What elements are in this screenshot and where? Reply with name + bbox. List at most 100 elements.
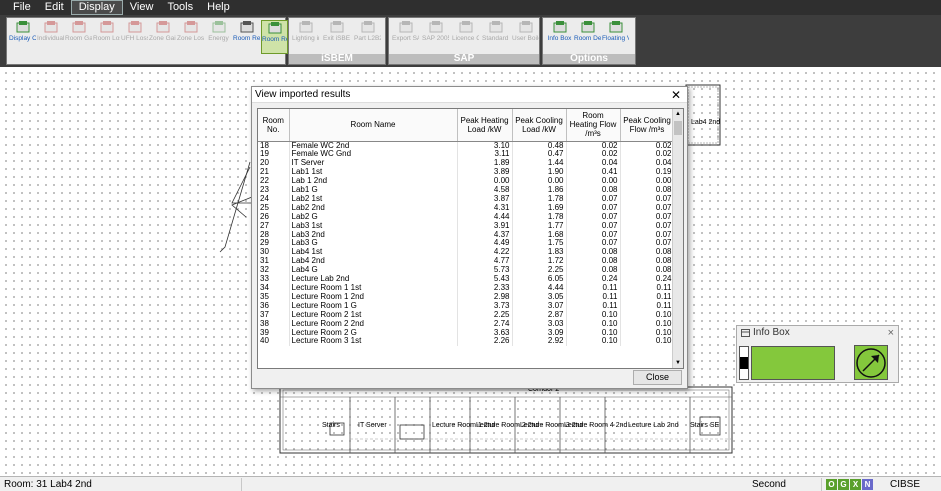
room-label-stairs-se[interactable]: Stairs SE (690, 422, 719, 429)
room-label-lecture-lab[interactable]: Lecture Lab 2nd (628, 422, 679, 429)
table-row[interactable]: 26 Lab2 G 4.44 1.78 0.07 0.07 (258, 212, 675, 222)
table-row[interactable]: 31 Lab4 2nd 4.77 1.72 0.08 0.08 (258, 257, 675, 267)
room-details-label: Room Details (574, 35, 601, 42)
table-cell: 0.24 (620, 275, 675, 284)
sap-boiler-db2-button[interactable]: User Boiler DB (512, 20, 539, 54)
table-row[interactable]: 27 Lab3 1st 3.91 1.77 0.07 0.07 (258, 221, 675, 231)
table-cell: 0.08 (566, 266, 621, 276)
pin-icon[interactable] (741, 329, 750, 337)
sap-boiler-db-button[interactable]: Standard Boiler DB (482, 20, 509, 54)
display-options-label: Display Options (9, 35, 36, 42)
menu-display[interactable]: Display (70, 0, 123, 15)
table-cell: 1.83 (512, 248, 567, 258)
sap-export-button[interactable]: Export SAP Job (392, 20, 419, 54)
individual-room-gains-button[interactable]: Individual Room Gains (37, 20, 64, 54)
zone-gains-button[interactable]: Zone Gains (149, 20, 176, 54)
close-icon[interactable]: ✕ (670, 87, 682, 103)
table-row[interactable]: 30 Lab4 1st 4.22 1.83 0.08 0.08 (258, 248, 675, 258)
isbem-exit-button[interactable]: Exit iSBEM (323, 20, 350, 54)
energy-icon (212, 20, 226, 34)
table-cell: Female WC 2nd (289, 141, 458, 151)
status-flag-g[interactable]: G (838, 479, 849, 490)
ufh-losses-button[interactable]: UFH Losses (121, 20, 148, 54)
table-row[interactable]: 32 Lab4 G 5.73 2.25 0.08 0.08 (258, 266, 675, 276)
table-cell: 0.47 (512, 150, 567, 160)
floating-toolbar-button[interactable]: Floating View Toolbar (602, 20, 629, 54)
sap-2005-icon (429, 20, 443, 34)
info-box-button[interactable]: Info Box (546, 20, 573, 54)
table-cell: Lab4 1st (289, 248, 458, 258)
display-options-button[interactable]: Display Options (9, 20, 36, 54)
status-flag-x[interactable]: X (850, 479, 861, 490)
room-review-button[interactable]: Room Review (233, 20, 260, 54)
table-cell: 1.89 (457, 159, 513, 169)
room-gains-button[interactable]: Room Gains (65, 20, 92, 54)
table-cell: 0.00 (620, 177, 675, 187)
table-cell: 0.11 (566, 301, 621, 311)
menu-file[interactable]: File (6, 0, 38, 15)
table-row[interactable]: 25 Lab2 2nd 4.31 1.69 0.07 0.07 (258, 203, 675, 213)
table-row[interactable]: 39 Lecture Room 2 G 3.63 3.09 0.10 0.10 (258, 328, 675, 338)
table-row[interactable]: 18 Female WC 2nd 3.10 0.48 0.02 0.02 (258, 141, 675, 151)
isbem-l2b-button[interactable]: Part L2B2010 (354, 20, 381, 54)
table-row[interactable]: 35 Lecture Room 1 2nd 2.98 3.05 0.11 0.11 (258, 292, 675, 302)
room-details-button[interactable]: Room Details (574, 20, 601, 54)
table-row[interactable]: 21 Lab1 1st 3.89 1.90 0.41 0.19 (258, 168, 675, 178)
status-flag-o[interactable]: O (826, 479, 837, 490)
vertical-scrollbar[interactable]: ▲ ▼ (672, 109, 683, 368)
scroll-down-icon[interactable]: ▼ (673, 358, 683, 368)
isbem-lighting-icon (299, 20, 313, 34)
menu-edit[interactable]: Edit (38, 0, 71, 15)
sap-boiler-db-icon (489, 20, 503, 34)
table-row[interactable]: 40 Lecture Room 3 1st 2.26 2.92 0.10 0.10 (258, 337, 675, 347)
column-header-3[interactable]: Peak Cooling Load /kW (512, 109, 567, 142)
scroll-up-icon[interactable]: ▲ (673, 109, 683, 119)
column-header-0[interactable]: Room No. (258, 109, 290, 142)
table-row[interactable]: 22 Lab 1 2nd 0.00 0.00 0.00 0.00 (258, 177, 675, 187)
table-row[interactable]: 38 Lecture Room 2 2nd 2.74 3.03 0.10 0.10 (258, 319, 675, 329)
info-box-title-bar[interactable]: Info Box × (737, 326, 898, 340)
info-box-close-icon[interactable]: × (888, 326, 894, 340)
close-button[interactable]: Close (633, 370, 682, 385)
table-cell: 2.74 (457, 319, 513, 329)
column-header-5[interactable]: Peak Cooling Flow /m³s (620, 109, 675, 142)
table-row[interactable]: 36 Lecture Room 1 G 3.73 3.07 0.11 0.11 (258, 301, 675, 311)
sap-2005-button[interactable]: SAP 2005 (422, 20, 449, 54)
zone-losses-button[interactable]: Zone Losses (177, 20, 204, 54)
energy-button[interactable]: Energy (205, 20, 232, 54)
column-header-4[interactable]: Room Heating Flow /m³s (566, 109, 621, 142)
menu-help[interactable]: Help (200, 0, 237, 15)
table-row[interactable]: 23 Lab1 G 4.58 1.86 0.08 0.08 (258, 186, 675, 195)
menu-view[interactable]: View (123, 0, 161, 15)
table-cell: 0.10 (566, 328, 621, 338)
info-box-color-swatch (751, 346, 835, 380)
isbem-lighting-button[interactable]: Lighting in iSBEM (292, 20, 319, 54)
sap-check-button[interactable]: Licence Check (452, 20, 479, 54)
menu-tools[interactable]: Tools (160, 0, 200, 15)
table-cell: 0.11 (566, 292, 621, 302)
results-grid[interactable]: Room No. Room Name Peak Heating Load /kW Pe… (257, 108, 684, 369)
table-row[interactable]: 24 Lab2 1st 3.87 1.78 0.07 0.07 (258, 194, 675, 204)
table-cell: Lecture Room 1 G (289, 301, 458, 311)
table-row[interactable]: 34 Lecture Room 1 1st 2.33 4.44 0.11 0.11 (258, 284, 675, 293)
table-cell: 0.02 (620, 150, 675, 160)
table-cell: Female WC Gnd (289, 150, 458, 160)
table-row[interactable]: 28 Lab3 2nd 4.37 1.68 0.07 0.07 (258, 230, 675, 240)
room-label-lab4-2nd[interactable]: Lab4 2nd (691, 119, 720, 126)
room-label-lecture-room-4[interactable]: Lecture Room 4 2nd (564, 422, 627, 429)
table-row[interactable]: 29 Lab3 G 4.49 1.75 0.07 0.07 (258, 239, 675, 249)
scroll-thumb[interactable] (674, 121, 682, 135)
table-cell: 0.11 (620, 301, 675, 311)
column-header-1[interactable]: Room Name (289, 109, 458, 142)
room-losses-button[interactable]: Room Losses (93, 20, 120, 54)
table-row[interactable]: 19 Female WC Gnd 3.11 0.47 0.02 0.02 (258, 150, 675, 160)
table-row[interactable]: 20 IT Server 1.89 1.44 0.04 0.04 (258, 159, 675, 169)
table-row[interactable]: 33 Lecture Lab 2nd 5.43 6.05 0.24 0.24 (258, 275, 675, 284)
room-label-it-server[interactable]: IT Server (358, 422, 387, 429)
table-row[interactable]: 37 Lecture Room 2 1st 2.25 2.87 0.10 0.10 (258, 310, 675, 320)
column-header-2[interactable]: Peak Heating Load /kW (457, 109, 513, 142)
sap-export-icon (399, 20, 413, 34)
room-label-stairs[interactable]: Stairs (322, 422, 340, 429)
table-cell: Lecture Room 2 1st (289, 310, 458, 320)
room-results-button[interactable]: Room Results (261, 20, 288, 54)
